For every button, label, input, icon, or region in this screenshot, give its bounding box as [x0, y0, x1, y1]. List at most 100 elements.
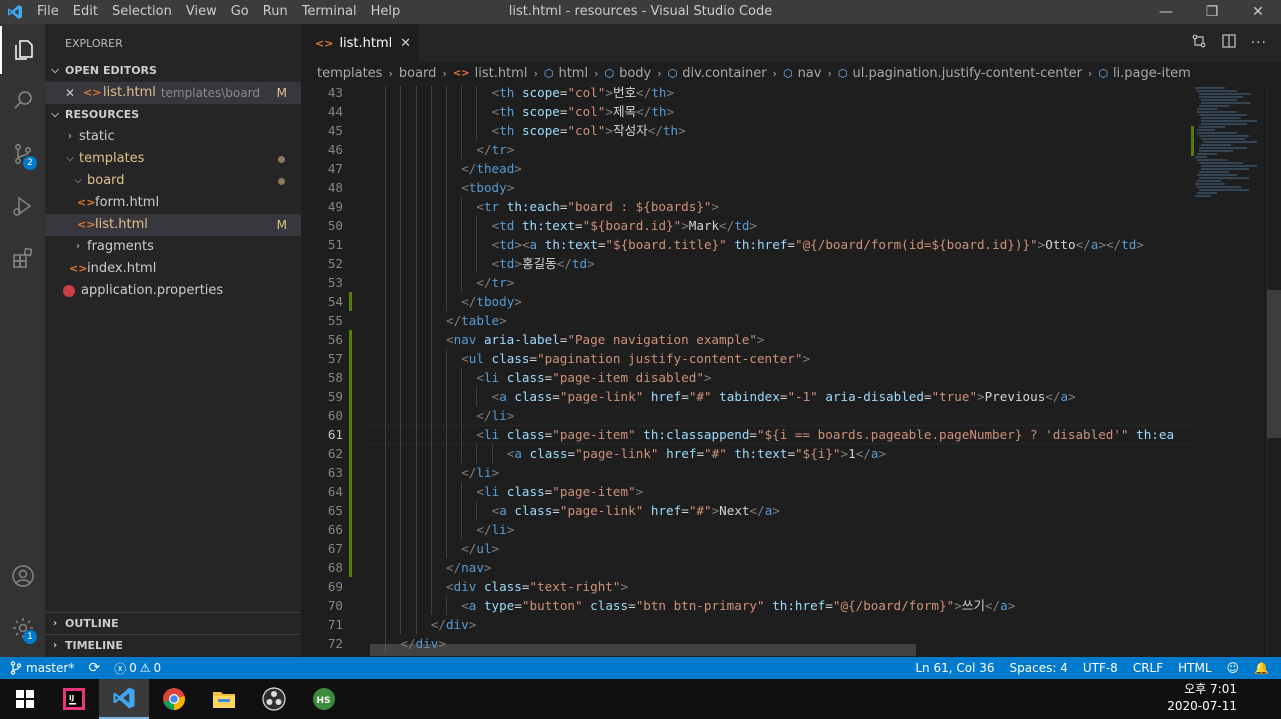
extensions-icon[interactable] [0, 234, 45, 282]
encoding[interactable]: UTF-8 [1083, 661, 1118, 675]
code-line[interactable]: 56 <nav aria-label="Page navigation examp… [301, 330, 1191, 349]
open-editors-header[interactable]: ⌵ OPEN EDITORS [45, 60, 301, 82]
split-editor-icon[interactable] [1221, 33, 1237, 53]
code-line[interactable]: 52 <td>홍길동</td> [301, 254, 1191, 273]
modified-indicator: M [276, 218, 287, 232]
code-token: > [1136, 237, 1144, 252]
code-line[interactable]: 71 </div> [301, 615, 1191, 634]
close-icon[interactable]: ✕ [65, 82, 83, 104]
account-icon[interactable] [0, 552, 45, 600]
windows-start-icon[interactable] [0, 679, 50, 719]
git-branch-item[interactable]: master* [10, 661, 74, 675]
breadcrumb-item[interactable]: <> list.html [453, 66, 528, 81]
breadcrumb-item[interactable]: ⬡ li.page-item [1098, 66, 1191, 81]
code-token: = [567, 446, 576, 461]
breadcrumb-item[interactable]: ⬡ html [544, 66, 588, 81]
end-of-line[interactable]: CRLF [1133, 661, 1163, 675]
code-line[interactable]: 47 </thead> [301, 159, 1191, 178]
resources-header[interactable]: ⌵ RESOURCES [45, 104, 301, 126]
tab-list-html[interactable]: <> list.html ✕ [301, 24, 419, 62]
minimap[interactable] [1191, 86, 1267, 656]
code-line[interactable]: 63 </li> [301, 463, 1191, 482]
cursor-position[interactable]: Ln 61, Col 36 [915, 661, 994, 675]
code-line[interactable]: 70 <a type="button" class="btn btn-primar… [301, 596, 1191, 615]
menu-item-run[interactable]: Run [256, 0, 295, 24]
menu-item-terminal[interactable]: Terminal [295, 0, 364, 24]
code-line[interactable]: 53 </tr> [301, 273, 1191, 292]
code-line[interactable]: 48 <tbody> [301, 178, 1191, 197]
notifications-bell-icon[interactable]: 🔔 [1254, 661, 1269, 675]
open-editor-item-list[interactable]: ✕ <> list.html templates\board M [45, 82, 301, 104]
obs-taskbar-icon[interactable] [249, 679, 299, 719]
code-line[interactable]: 58 <li class="page-item disabled"> [301, 368, 1191, 387]
code-line[interactable]: 60 </li> [301, 406, 1191, 425]
restore-button[interactable]: ❐ [1189, 0, 1235, 24]
sync-icon[interactable]: ⟳ [88, 660, 100, 676]
code-line[interactable]: 54 </tbody> [301, 292, 1191, 311]
tree-folder-templates[interactable]: ⌵ templates [45, 148, 301, 170]
code-line[interactable]: 65 <a class="page-link" href="#">Next</a> [301, 501, 1191, 520]
tree-folder-board[interactable]: ⌵ board [45, 170, 301, 192]
vscode-taskbar-icon[interactable] [99, 679, 149, 719]
system-clock[interactable]: 오후 7:01 2020-07-11 [1167, 681, 1237, 715]
code-line[interactable]: 51 <td><a th:text="${board.title}" th:hre… [301, 235, 1191, 254]
menu-item-edit[interactable]: Edit [66, 0, 105, 24]
breadcrumb-item[interactable]: ⬡ nav [783, 66, 822, 81]
tab-close-icon[interactable]: ✕ [400, 36, 411, 51]
source-control-icon[interactable]: 2 [0, 130, 45, 178]
code-line[interactable]: 49 <tr th:each="board : ${boards}"> [301, 197, 1191, 216]
file-explorer-taskbar-icon[interactable] [199, 679, 249, 719]
tree-file-list[interactable]: <> list.html M [45, 214, 301, 236]
code-line[interactable]: 44 <th scope="col">제목</th> [301, 102, 1191, 121]
breadcrumb-item[interactable]: ⬡ ul.pagination.justify-content-center [838, 66, 1082, 81]
code-editor[interactable]: 43 <th scope="col">번호</th> 44 <th scope="co… [301, 86, 1191, 656]
menu-item-selection[interactable]: Selection [105, 0, 179, 24]
outline-section[interactable]: › OUTLINE [45, 612, 301, 635]
menu-item-view[interactable]: View [179, 0, 224, 24]
timeline-section[interactable]: › TIMELINE [45, 634, 301, 657]
chrome-taskbar-icon[interactable] [149, 679, 199, 719]
minimize-button[interactable]: — [1143, 0, 1189, 24]
indentation[interactable]: Spaces: 4 [1010, 661, 1068, 675]
code-line[interactable]: 59 <a class="page-link" href="#" tabindex… [301, 387, 1191, 406]
menu-item-help[interactable]: Help [364, 0, 408, 24]
breadcrumb-item[interactable]: ⬡ div.container [668, 66, 767, 81]
tree-folder-fragments[interactable]: › fragments [45, 236, 301, 258]
feedback-icon[interactable]: ☺ [1227, 661, 1240, 675]
hs-taskbar-icon[interactable]: HS [299, 679, 349, 719]
code-line[interactable]: 69 <div class="text-right"> [301, 577, 1191, 596]
code-line[interactable]: 68 </nav> [301, 558, 1191, 577]
code-line[interactable]: 50 <td th:text="${board.id}">Mark</td> [301, 216, 1191, 235]
breadcrumb-item[interactable]: board [399, 66, 437, 81]
close-window-button[interactable]: ✕ [1235, 0, 1281, 24]
code-line[interactable]: 46 </tr> [301, 140, 1191, 159]
tree-file-index[interactable]: <> index.html [45, 258, 301, 280]
code-line[interactable]: 66 </li> [301, 520, 1191, 539]
explorer-icon[interactable] [0, 26, 45, 74]
vertical-scrollbar-thumb[interactable] [1267, 290, 1281, 438]
code-line[interactable]: 61 <li class="page-item" th:classappend="… [301, 425, 1191, 444]
code-line[interactable]: 55 </table> [301, 311, 1191, 330]
problems-item[interactable]: ⓧ 0 ⚠ 0 [114, 660, 161, 677]
settings-gear-icon[interactable]: 1 [0, 604, 45, 652]
language-mode[interactable]: HTML [1178, 661, 1211, 675]
open-changes-icon[interactable] [1191, 33, 1207, 53]
code-line[interactable]: 45 <th scope="col">작성자</th> [301, 121, 1191, 140]
search-icon[interactable] [0, 76, 45, 124]
tree-folder-static[interactable]: › static [45, 126, 301, 148]
code-line[interactable]: 62 <a class="page-link" href="#" th:text=… [301, 444, 1191, 463]
code-line[interactable]: 57 <ul class="pagination justify-content-… [301, 349, 1191, 368]
horizontal-scrollbar-thumb[interactable] [370, 644, 916, 656]
menu-item-go[interactable]: Go [224, 0, 256, 24]
breadcrumb-item[interactable]: templates [317, 66, 382, 81]
code-line[interactable]: 67 </ul> [301, 539, 1191, 558]
intellij-taskbar-icon[interactable]: IJ [49, 679, 99, 719]
code-line[interactable]: 64 <li class="page-item"> [301, 482, 1191, 501]
tree-file-application-properties[interactable]: application.properties [45, 280, 301, 302]
code-line[interactable]: 43 <th scope="col">번호</th> [301, 86, 1191, 102]
tree-file-form[interactable]: <> form.html [45, 192, 301, 214]
more-actions-icon[interactable]: ··· [1251, 35, 1267, 51]
breadcrumb-item[interactable]: ⬡ body [604, 66, 651, 81]
run-debug-icon[interactable] [0, 182, 45, 230]
menu-item-file[interactable]: File [30, 0, 66, 24]
